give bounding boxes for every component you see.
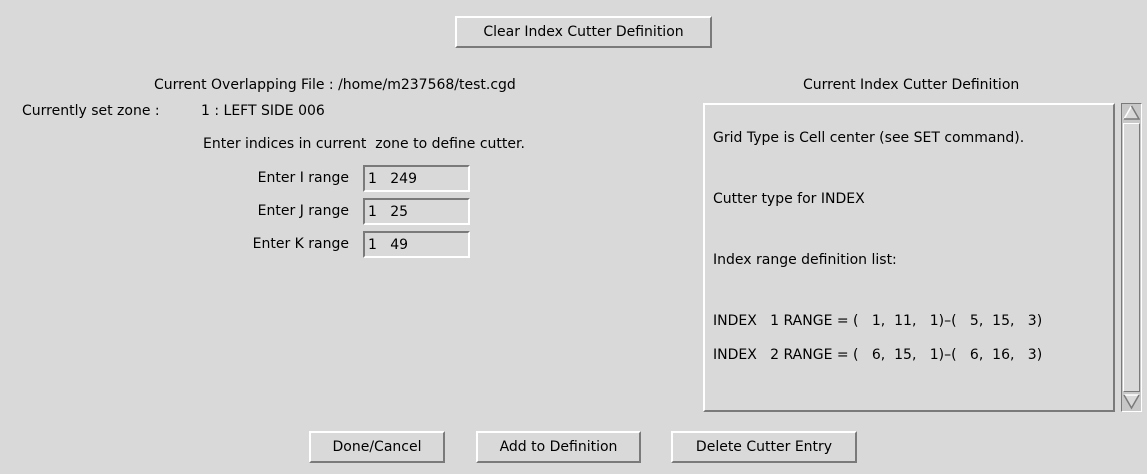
k-range-field[interactable] [363,231,470,258]
definition-line: Grid Type is Cell center (see SET comman… [713,130,1025,146]
k-range-label: Enter K range [252,236,349,252]
currently-set-zone-value: 1 : LEFT SIDE 006 [201,103,325,119]
cutter-instruction-text: Enter indices in current zone to define … [203,136,525,152]
cutter-definition-text-area[interactable]: Grid Type is Cell center (see SET comman… [703,103,1115,412]
definition-scrollbar[interactable] [1121,103,1142,412]
done-cancel-button[interactable]: Done/Cancel [309,431,445,463]
scroll-up-arrow-icon[interactable] [1123,104,1141,121]
j-range-field[interactable] [363,198,470,225]
definition-line: INDEX 1 RANGE = ( 1, 11, 1)–( 5, 15, 3) [713,313,1043,329]
scroll-thumb[interactable] [1123,123,1140,392]
j-range-label: Enter J range [257,203,349,219]
i-range-label: Enter I range [257,170,349,186]
scroll-down-arrow-icon[interactable] [1123,393,1140,410]
i-range-field[interactable] [363,165,470,192]
currently-set-zone-label: Currently set zone : [22,103,160,119]
clear-index-cutter-definition-button[interactable]: Clear Index Cutter Definition [455,16,712,48]
add-to-definition-button[interactable]: Add to Definition [476,431,641,463]
definition-line: Index range definition list: [713,252,897,268]
current-overlapping-file-label: Current Overlapping File : /home/m237568… [154,77,516,93]
definition-line: Cutter type for INDEX [713,191,865,207]
definition-line: INDEX 2 RANGE = ( 6, 15, 1)–( 6, 16, 3) [713,347,1043,363]
cutter-definition-title: Current Index Cutter Definition [803,77,1020,93]
delete-cutter-entry-button[interactable]: Delete Cutter Entry [671,431,857,463]
